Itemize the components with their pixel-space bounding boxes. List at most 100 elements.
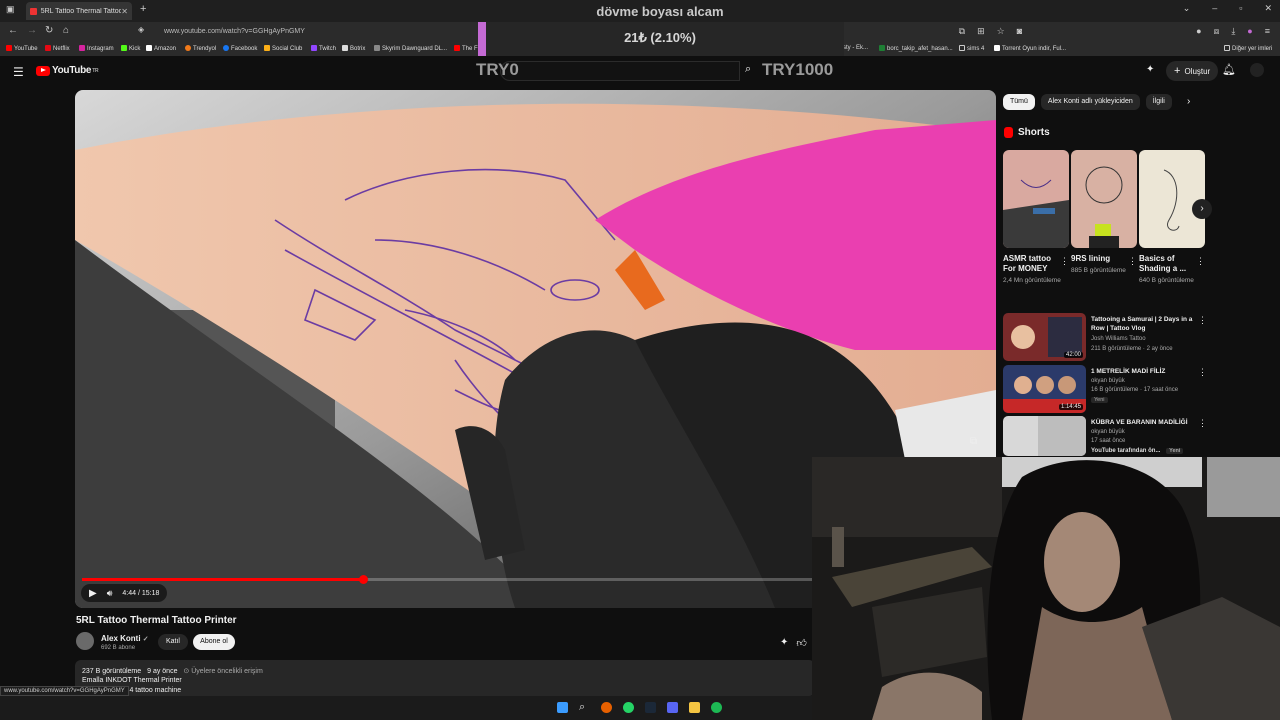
install-app-icon[interactable]: ⧉	[959, 26, 965, 37]
recommendation-item[interactable]: KÜBRA VE BARANIN MADİLİĞİ okyan büyük 17…	[1003, 416, 1213, 456]
bookmark-kick[interactable]: Kick	[121, 45, 140, 52]
recommendation-extra: YouTube tarafından ön... Yeni	[1091, 448, 1184, 454]
ai-icon[interactable]: ✦	[780, 637, 788, 649]
like-icon[interactable]: 👍︎	[796, 637, 806, 649]
more-options-icon[interactable]: ⋮	[1198, 418, 1207, 429]
description-box[interactable]	[75, 660, 815, 696]
profile-icon[interactable]: ●	[1247, 26, 1252, 37]
filter-chips: Tümü Alex Konti adlı yükleyiciden İlgili	[1003, 94, 1172, 110]
tab-list-icon[interactable]: ⌄	[1183, 3, 1191, 14]
discord-icon[interactable]	[667, 702, 678, 713]
channel-name[interactable]: Alex Konti ✓	[101, 634, 149, 643]
browser-menu-icon[interactable]: ≡	[1265, 26, 1270, 37]
forward-icon[interactable]: →	[27, 25, 37, 36]
recommendation-meta: 211 B görüntüleme · 2 ay önce	[1091, 346, 1173, 352]
windows-start-icon[interactable]	[557, 702, 568, 713]
bookmark-other-folder[interactable]: Diğer yer imleri	[1224, 45, 1272, 52]
bookmark-borc-takip[interactable]: borc_takip_afet_hasan...	[879, 45, 953, 52]
bookmark-skyrim[interactable]: Skyrim Dawnguard DL...	[374, 45, 447, 52]
shield-icon[interactable]: ◈	[138, 25, 144, 34]
volume-icon[interactable]: 🔊︎	[107, 588, 113, 599]
tab-close-icon[interactable]: ✕	[121, 7, 128, 16]
recommendation-title: KÜBRA VE BARANIN MADİLİĞİ	[1091, 419, 1188, 426]
plus-icon: +	[1174, 65, 1181, 77]
chip-from-uploader[interactable]: Alex Konti adlı yükleyiciden	[1040, 94, 1140, 110]
steam-icon[interactable]	[645, 702, 656, 713]
cast-icon[interactable]: ✦	[1146, 64, 1154, 75]
more-options-icon[interactable]: ⋮	[1060, 256, 1069, 267]
extension-icon[interactable]: ●	[1196, 26, 1201, 37]
verified-icon: ✓	[142, 636, 149, 643]
subscriber-count: 692 B abone	[101, 645, 136, 651]
url-field[interactable]: www.youtube.com/watch?v=GGHgAyPnGMY	[150, 24, 480, 40]
more-options-icon[interactable]: ⋮	[1198, 367, 1207, 378]
bookmark-instagram[interactable]: Instagram	[79, 45, 114, 52]
bookmark-youtube[interactable]: YouTube	[6, 45, 38, 52]
bookmark-trendyol[interactable]: Trendyol	[185, 45, 216, 52]
description-line-2: G4 tattoo machine	[124, 687, 182, 694]
bookmark-star-icon[interactable]: ☆	[997, 26, 1005, 37]
recommendation-item[interactable]: 1:14:45 1 METRELİK MADİ FİLİZ okyan büyü…	[1003, 365, 1213, 413]
shorts-icon	[1004, 127, 1013, 138]
recommendation-channel: okyan büyük	[1091, 378, 1125, 384]
search-taskbar-icon[interactable]: ⌕	[579, 702, 590, 713]
tab-menu-icon[interactable]: ▣	[6, 4, 15, 15]
back-icon[interactable]: ←	[8, 25, 18, 36]
account-avatar[interactable]	[1250, 63, 1264, 77]
bookmark-torrent[interactable]: Torrent Oyun indir, Ful...	[994, 45, 1066, 52]
whatsapp-icon[interactable]	[623, 702, 634, 713]
bookmark-facebook[interactable]: Facebook	[223, 45, 257, 52]
spotify-icon[interactable]	[711, 702, 722, 713]
more-options-icon[interactable]: ⋮	[1198, 315, 1207, 326]
create-button[interactable]: + Oluştur	[1166, 61, 1219, 81]
file-explorer-icon[interactable]	[689, 702, 700, 713]
search-input[interactable]	[500, 61, 740, 81]
menu-icon[interactable]: ☰	[13, 65, 24, 79]
reload-icon[interactable]: ↻	[45, 25, 53, 36]
bookmark-sims4[interactable]: sims 4	[959, 45, 984, 52]
chip-all[interactable]: Tümü	[1003, 94, 1035, 110]
bookmark-social-club[interactable]: Social Club	[264, 45, 302, 52]
minimize-icon[interactable]: –	[1212, 3, 1217, 14]
short-item[interactable]: 9RS lining 885 B görüntüleme ⋮	[1071, 150, 1137, 275]
home-icon[interactable]: ⌂	[63, 25, 69, 36]
maximize-icon[interactable]: ▫	[1239, 3, 1242, 14]
new-tab-icon[interactable]: +	[140, 3, 146, 15]
play-icon[interactable]: ▶	[89, 588, 97, 599]
short-thumbnail	[1139, 150, 1205, 248]
new-badge: Yeni	[1091, 397, 1108, 403]
more-options-icon[interactable]: ⋮	[1196, 256, 1205, 267]
shorts-next-icon[interactable]: ›	[1192, 199, 1212, 219]
extensions-puzzle-icon[interactable]: ⧈	[1214, 26, 1220, 37]
bookmark-amazon[interactable]: Amazon	[146, 45, 176, 52]
browser-tab[interactable]: 5RL Tattoo Thermal Tattoo Printer ✕	[26, 2, 132, 20]
bookmark-twitch[interactable]: Twitch	[311, 45, 336, 52]
subscribe-button[interactable]: Abone ol	[193, 634, 235, 650]
download-icon[interactable]: ⤓	[1231, 26, 1235, 37]
youtube-favicon-icon	[30, 7, 37, 15]
notifications-bell-icon[interactable]: 🔔︎	[1222, 63, 1236, 76]
bookmark-netflix[interactable]: Netflix	[45, 45, 70, 52]
screenshot-icon[interactable]: ◙	[1017, 26, 1022, 37]
search-icon[interactable]: ⌕	[745, 63, 751, 76]
chips-next-icon[interactable]: ›	[1187, 96, 1190, 107]
short-item[interactable]: ASMR tattoo For MONEY 2,4 Mn görüntüleme…	[1003, 150, 1069, 285]
join-button[interactable]: Katıl	[158, 634, 188, 650]
donation-goal-max: TRY1000	[762, 60, 834, 79]
miniplayer-icon[interactable]: ⧉	[970, 436, 977, 447]
channel-avatar[interactable]	[76, 632, 94, 650]
youtube-logo[interactable]: YouTube TR	[36, 65, 99, 76]
video-duration: 42:00	[1063, 352, 1083, 358]
close-window-icon[interactable]: ✕	[1264, 3, 1272, 14]
url-text: www.youtube.com/watch?v=GGHgAyPnGMY	[164, 28, 305, 35]
firefox-icon[interactable]	[601, 702, 612, 713]
chip-related[interactable]: İlgili	[1145, 94, 1172, 110]
translate-icon[interactable]: ⊞	[977, 26, 985, 37]
bookmark-botrix[interactable]: Botrix	[342, 45, 365, 52]
webcam-overlay	[812, 457, 1280, 720]
more-options-icon[interactable]: ⋮	[1128, 256, 1137, 267]
bookmark-the-f[interactable]: The F	[454, 45, 478, 52]
short-item[interactable]: Basics of Shading a ... 640 B görüntülem…	[1139, 150, 1205, 285]
recommendation-item[interactable]: 42:00 Tattooing a Samurai | 2 Days in a …	[1003, 313, 1213, 361]
short-views: 885 B görüntüleme	[1071, 267, 1126, 274]
